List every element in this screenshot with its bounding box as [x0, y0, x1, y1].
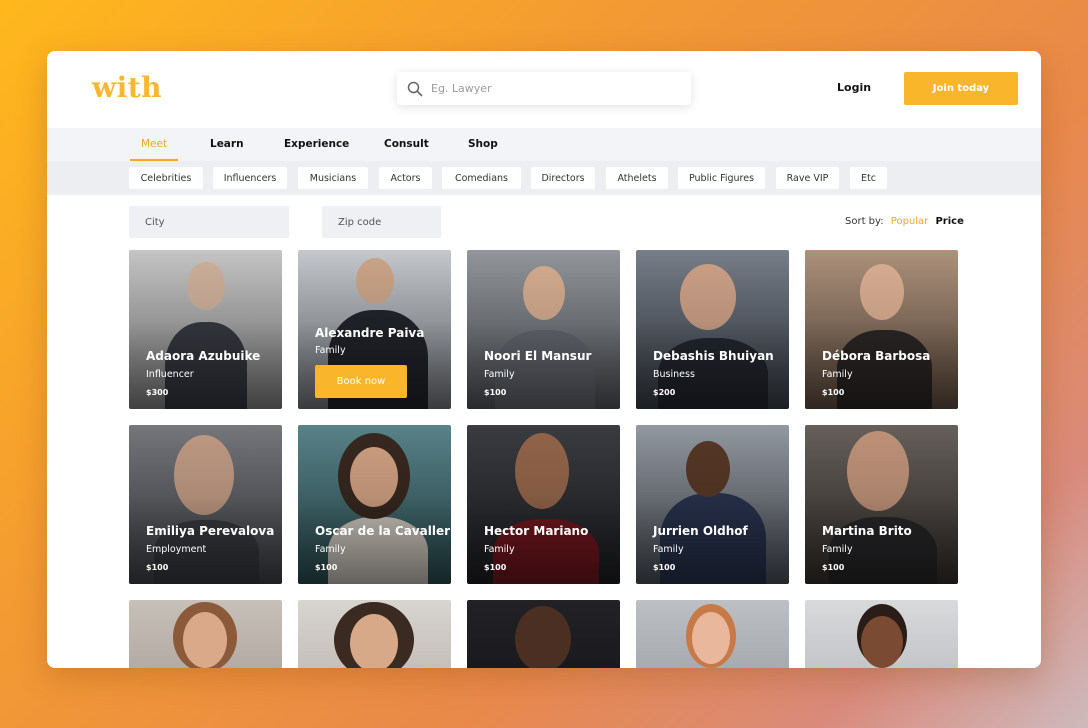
sort-option-price[interactable]: Price — [935, 216, 963, 227]
search-input[interactable] — [431, 82, 671, 95]
profile-card[interactable]: Jurrien Oldhof Family $100 — [636, 425, 789, 584]
sort-option-popular[interactable]: Popular — [891, 216, 929, 227]
profile-category: Business — [653, 369, 695, 380]
profile-card[interactable]: Emiliya Perevalova Employment $100 — [129, 425, 282, 584]
profile-card[interactable] — [467, 600, 620, 668]
tab-consult[interactable]: Consult — [384, 138, 429, 150]
profile-name: Adaora Azubuike — [146, 349, 261, 363]
profile-name: Emiliya Perevalova — [146, 524, 275, 538]
profile-category: Family — [484, 544, 515, 555]
tab-shop[interactable]: Shop — [468, 138, 498, 150]
profile-price: $100 — [146, 563, 169, 572]
app-window: with Login Join today Meet Learn Experie… — [47, 51, 1041, 668]
join-today-button[interactable]: Join today — [904, 72, 1018, 105]
tab-experience[interactable]: Experience — [284, 138, 349, 150]
profile-price: $100 — [822, 388, 845, 397]
city-filter[interactable]: City — [129, 206, 289, 238]
profile-photo — [467, 600, 620, 668]
profile-price: $300 — [146, 388, 169, 397]
profile-card[interactable]: Martina Brito Family $100 — [805, 425, 958, 584]
book-now-button[interactable]: Book now — [315, 365, 407, 398]
primary-nav: Meet Learn Experience Consult Shop — [47, 128, 1041, 161]
top-header: with Login Join today — [47, 51, 1041, 128]
profile-category: Family — [484, 369, 515, 380]
category-bar: Celebrities Influencers Musicians Actors… — [47, 161, 1041, 195]
zip-code-filter[interactable]: Zip code — [322, 206, 441, 238]
profile-name: Jurrien Oldhof — [653, 524, 748, 538]
profile-price: $100 — [822, 563, 845, 572]
profile-name: Martina Brito — [822, 524, 912, 538]
profile-photo — [636, 600, 789, 668]
profile-name: Débora Barbosa — [822, 349, 931, 363]
profile-name: Oscar de la Cavallería — [315, 524, 451, 538]
tab-learn[interactable]: Learn — [210, 138, 244, 150]
profile-card[interactable]: Oscar de la Cavallería Family $100 — [298, 425, 451, 584]
profile-card[interactable] — [636, 600, 789, 668]
profile-card[interactable]: Hector Mariano Family $100 — [467, 425, 620, 584]
profile-card[interactable]: Alexandre Paiva Family Book now — [298, 250, 451, 409]
category-chip-directors[interactable]: Directors — [531, 167, 595, 189]
brand-logo[interactable]: with — [92, 71, 162, 104]
profile-photo — [805, 600, 958, 668]
category-chip-influencers[interactable]: Influencers — [213, 167, 287, 189]
login-link[interactable]: Login — [837, 81, 871, 94]
category-chip-actors[interactable]: Actors — [379, 167, 432, 189]
sort-control: Sort by: Popular Price — [845, 216, 964, 227]
profile-name: Hector Mariano — [484, 524, 589, 538]
profile-price: $200 — [653, 388, 676, 397]
profile-category: Family — [822, 544, 853, 555]
profile-name: Noori El Mansur — [484, 349, 592, 363]
profile-card[interactable]: Adaora Azubuike Influencer $300 — [129, 250, 282, 409]
profile-category: Family — [315, 544, 346, 555]
profile-category: Family — [315, 345, 346, 356]
category-chip-musicians[interactable]: Musicians — [298, 167, 368, 189]
category-chip-rave-vip[interactable]: Rave VIP — [776, 167, 839, 189]
profile-price: $100 — [653, 563, 676, 572]
profile-category: Family — [653, 544, 684, 555]
profile-category: Employment — [146, 544, 207, 555]
profile-photo — [298, 600, 451, 668]
profile-price: $100 — [484, 563, 507, 572]
profile-card[interactable]: Débora Barbosa Family $100 — [805, 250, 958, 409]
category-chip-celebrities[interactable]: Celebrities — [129, 167, 203, 189]
profile-category: Influencer — [146, 369, 194, 380]
search-box[interactable] — [397, 72, 691, 105]
sort-label: Sort by: — [845, 216, 884, 227]
profile-card[interactable] — [129, 600, 282, 668]
profile-price: $100 — [315, 563, 338, 572]
profile-category: Family — [822, 369, 853, 380]
profile-card[interactable]: Debashis Bhuiyan Business $200 — [636, 250, 789, 409]
profile-card[interactable]: Noori El Mansur Family $100 — [467, 250, 620, 409]
profile-price: $100 — [484, 388, 507, 397]
profile-photo — [129, 600, 282, 668]
tab-meet[interactable]: Meet — [141, 138, 167, 150]
profile-name: Debashis Bhuiyan — [653, 349, 774, 363]
category-chip-public-figures[interactable]: Public Figures — [678, 167, 765, 189]
category-chip-etc[interactable]: Etc — [850, 167, 887, 189]
category-chip-comedians[interactable]: Comedians — [442, 167, 521, 189]
category-chip-athelets[interactable]: Athelets — [606, 167, 668, 189]
profile-card[interactable] — [298, 600, 451, 668]
profile-card[interactable] — [805, 600, 958, 668]
profile-name: Alexandre Paiva — [315, 326, 425, 340]
search-icon — [407, 81, 423, 96]
